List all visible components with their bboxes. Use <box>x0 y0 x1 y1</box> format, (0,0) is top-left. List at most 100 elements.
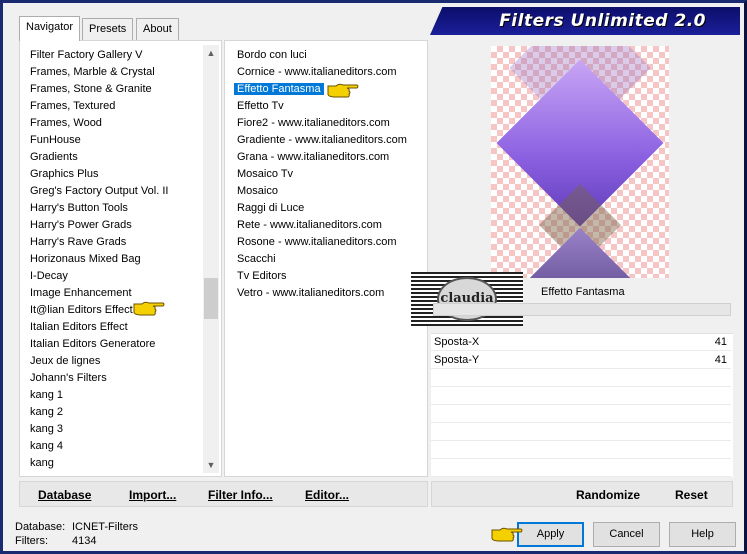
filter-item-label: Raggi di Luce <box>237 202 305 214</box>
category-item[interactable]: Harry's Button Tools <box>30 200 128 217</box>
editor-button[interactable]: Editor... <box>305 488 349 502</box>
slider-row[interactable]: Sposta-Y 41 <box>431 352 731 369</box>
chevron-down-icon[interactable]: ▼ <box>203 457 219 473</box>
randomize-button[interactable]: Randomize <box>576 488 640 502</box>
right-toolbar: Randomize Reset <box>431 481 733 507</box>
filter-item-label: Grana - www.italianeditors.com <box>237 151 390 163</box>
window-title: Filters Unlimited 2.0 <box>499 11 706 31</box>
filter-item[interactable]: Raggi di Luce <box>237 200 304 217</box>
chevron-up-icon[interactable]: ▲ <box>203 45 219 61</box>
category-item[interactable]: Italian Editors Generatore <box>30 336 155 353</box>
filter-item-label: Vetro - www.italianeditors.com <box>237 287 385 299</box>
import-button[interactable]: Import... <box>129 488 176 502</box>
title-banner: Filters Unlimited 2.0 <box>430 7 740 35</box>
empty-slider-row <box>431 406 731 423</box>
filter-item-label: Bordo con luci <box>237 49 307 61</box>
filter-item-label: Effetto Tv <box>237 100 284 112</box>
category-item[interactable]: Greg's Factory Output Vol. II <box>30 183 168 200</box>
category-item[interactable]: Graphics Plus <box>30 166 98 183</box>
effect-name-label: Effetto Fantasma <box>541 286 625 298</box>
category-item[interactable]: Gradients <box>30 149 78 166</box>
category-item[interactable]: Image Enhancement <box>30 285 132 302</box>
category-item[interactable]: Italian Editors Effect <box>30 319 128 336</box>
filter-item-label: Rosone - www.italianeditors.com <box>237 236 397 248</box>
filter-item-label: Mosaico <box>237 185 278 197</box>
filter-item[interactable]: Effetto Tv <box>237 98 284 115</box>
tab-about[interactable]: About <box>136 18 179 40</box>
database-button[interactable]: Database <box>38 488 91 502</box>
slider-label: Sposta-Y <box>434 354 480 366</box>
filters-unlimited-window: Filters Unlimited 2.0 Navigator Presets … <box>0 0 747 554</box>
filter-item[interactable]: Mosaico Tv <box>237 166 293 183</box>
filter-item[interactable]: Grana - www.italianeditors.com <box>237 149 389 166</box>
category-item[interactable]: Filter Factory Gallery V <box>30 47 142 64</box>
slider-value: 41 <box>714 336 727 348</box>
filter-info-button[interactable]: Filter Info... <box>208 488 273 502</box>
category-item[interactable]: Frames, Marble & Crystal <box>30 64 155 81</box>
empty-slider-row <box>431 424 731 441</box>
filter-item[interactable]: Fiore2 - www.italianeditors.com <box>237 115 390 132</box>
filter-item[interactable]: Tv Editors <box>237 268 287 285</box>
category-item[interactable]: It@lian Editors Effect <box>30 302 133 319</box>
category-list[interactable]: Filter Factory Gallery V Frames, Marble &… <box>19 40 222 477</box>
empty-slider-row <box>431 442 731 459</box>
category-item[interactable]: Harry's Power Grads <box>30 217 132 234</box>
category-item[interactable]: kang 3 <box>30 421 63 438</box>
empty-slider-row <box>431 370 731 387</box>
category-item[interactable]: FunHouse <box>30 132 81 149</box>
slider-value: 41 <box>714 354 727 366</box>
category-item[interactable]: Frames, Wood <box>30 115 102 132</box>
pointing-hand-icon <box>327 83 359 98</box>
filter-item[interactable]: Cornice - www.italianeditors.com <box>237 64 397 81</box>
cancel-button[interactable]: Cancel <box>593 522 660 547</box>
filters-count: 4134 <box>72 535 97 547</box>
left-toolbar: Database Import... Filter Info... Editor… <box>19 481 428 507</box>
category-item[interactable]: Horizonaus Mixed Bag <box>30 251 141 268</box>
filter-item[interactable]: Rete - www.italianeditors.com <box>237 217 382 234</box>
tab-navigator[interactable]: Navigator <box>19 16 81 41</box>
filter-item[interactable]: Rosone - www.italianeditors.com <box>237 234 397 251</box>
category-item[interactable]: Frames, Textured <box>30 98 115 115</box>
category-item[interactable]: Jeux de lignes <box>30 353 100 370</box>
preview-image <box>491 46 669 278</box>
pointing-hand-icon <box>491 527 523 542</box>
watermark-logo: claudia <box>411 272 523 326</box>
filter-list[interactable]: Bordo con luci Cornice - www.italianedito… <box>224 40 428 477</box>
filter-item[interactable]: Effetto Fantasma <box>234 81 324 98</box>
tab-presets[interactable]: Presets <box>82 18 134 40</box>
pointing-hand-icon <box>133 301 165 316</box>
empty-slider-row <box>431 388 731 405</box>
category-item[interactable]: kang 1 <box>30 387 63 404</box>
filter-item-label: Fiore2 - www.italianeditors.com <box>237 117 390 129</box>
filter-item-label: Rete - www.italianeditors.com <box>237 219 382 231</box>
filter-item-label: Tv Editors <box>237 270 287 282</box>
category-item[interactable]: Johann's Filters <box>30 370 107 387</box>
slider-label: Sposta-X <box>434 336 480 348</box>
empty-slider-row <box>431 460 731 477</box>
filter-item[interactable]: Gradiente - www.italianeditors.com <box>237 132 407 149</box>
slider-row[interactable]: Sposta-X 41 <box>431 334 731 351</box>
category-item[interactable]: kang 2 <box>30 404 63 421</box>
reset-button[interactable]: Reset <box>675 488 708 502</box>
category-item[interactable]: Frames, Stone & Granite <box>30 81 152 98</box>
effect-name-bar <box>433 303 731 316</box>
category-item[interactable]: kang <box>30 455 54 472</box>
filter-item[interactable]: Mosaico <box>237 183 278 200</box>
filters-label: Filters: <box>15 535 48 547</box>
database-value: ICNET-Filters <box>72 521 138 533</box>
filter-item-label: Gradiente - www.italianeditors.com <box>237 134 407 146</box>
parameter-panel: Sposta-X 41 Sposta-Y 41 <box>431 333 733 477</box>
filter-item-label: Mosaico Tv <box>237 168 294 180</box>
category-item[interactable]: Harry's Rave Grads <box>30 234 126 251</box>
category-scrollbar[interactable]: ▲ ▼ <box>203 45 219 473</box>
category-item[interactable]: I-Decay <box>30 268 68 285</box>
scroll-thumb[interactable] <box>204 278 218 319</box>
filter-item-label: Cornice - www.italianeditors.com <box>237 66 397 78</box>
filter-item[interactable]: Bordo con luci <box>237 47 307 64</box>
apply-button[interactable]: Apply <box>517 522 584 547</box>
category-item[interactable]: kang 4 <box>30 438 63 455</box>
filter-item[interactable]: Scacchi <box>237 251 276 268</box>
help-button[interactable]: Help <box>669 522 736 547</box>
filter-item[interactable]: Vetro - www.italianeditors.com <box>237 285 384 302</box>
filter-item-label: Effetto Fantasma <box>234 83 324 95</box>
